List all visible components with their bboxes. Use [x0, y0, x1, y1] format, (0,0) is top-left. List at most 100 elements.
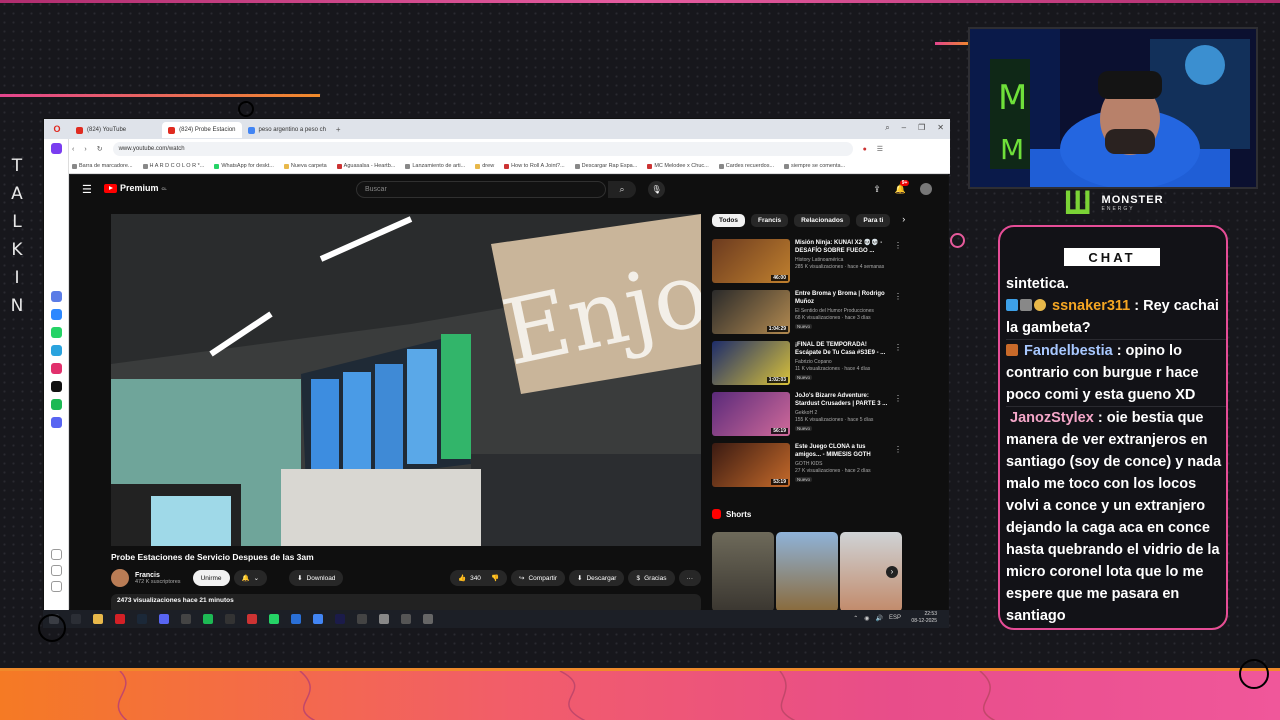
network-icon[interactable]: ◉ — [864, 615, 869, 622]
app-icon[interactable] — [247, 614, 257, 624]
bookmark-item[interactable]: Nueva carpeta — [283, 163, 327, 169]
volume-icon[interactable]: 🔊 — [876, 615, 883, 622]
hamburger-menu-icon[interactable]: ☰ — [82, 183, 92, 196]
thumbs-down-icon[interactable]: 👎 — [491, 574, 499, 582]
bookmark-item[interactable]: Descargar Rap Espa... — [574, 163, 637, 169]
discord-icon[interactable] — [159, 614, 169, 624]
opera-gx-icon[interactable] — [115, 614, 125, 624]
short-thumbnail[interactable] — [712, 532, 774, 611]
tab-probe-estaciones[interactable]: (824) Probe Estacion — [162, 122, 242, 138]
more-options-icon[interactable]: ⋮ — [894, 343, 902, 352]
whatsapp-icon[interactable] — [51, 327, 62, 338]
chrome-icon[interactable] — [313, 614, 323, 624]
video-thumbnail[interactable]: 56:19 — [712, 392, 790, 436]
video-thumbnail[interactable]: 1:02:03 — [712, 341, 790, 385]
channel-avatar[interactable] — [111, 569, 129, 587]
search-input[interactable]: Buscar — [356, 181, 606, 198]
bookmark-item[interactable]: Cardes recuerdos... — [718, 163, 774, 169]
settings-icon[interactable] — [51, 581, 62, 592]
youtube-premium-logo[interactable]: Premium CL — [104, 183, 167, 193]
spotify-icon[interactable] — [203, 614, 213, 624]
bookmark-item[interactable]: Aguasalsa - Heartb... — [336, 163, 395, 169]
list-item[interactable]: 53:19 Este Juego CLONA a tus amigos... -… — [712, 441, 902, 492]
chip-todos[interactable]: Todos — [712, 214, 746, 227]
more-actions-button[interactable]: ··· — [678, 570, 701, 586]
url-field[interactable]: www.youtube.com/watch — [112, 142, 853, 156]
more-options-icon[interactable]: ⋮ — [894, 292, 902, 301]
bookmark-item[interactable]: drew — [475, 163, 494, 169]
video-thumbnail[interactable]: 53:19 — [712, 443, 790, 487]
channel-name[interactable]: Francis — [135, 572, 181, 579]
chip-para-ti[interactable]: Para ti — [856, 214, 891, 227]
chat-username[interactable]: Fandelbestia — [1024, 343, 1113, 359]
video-player[interactable]: Enjo — [111, 214, 701, 546]
upload-icon[interactable]: ⇪ — [873, 184, 881, 195]
video-thumbnail[interactable]: 1:04:29 — [712, 290, 790, 334]
forward-icon[interactable]: › — [84, 146, 86, 153]
chevron-right-icon[interactable]: › — [886, 566, 898, 578]
tab-peso-argentino[interactable]: peso argentino a peso ch — [242, 122, 332, 138]
after-effects-icon[interactable] — [335, 614, 345, 624]
telegram-icon[interactable] — [51, 345, 62, 356]
like-button[interactable]: 👍 340 👎 — [449, 570, 508, 586]
steam-icon[interactable] — [137, 614, 147, 624]
tray-chevron-icon[interactable]: ⌃ — [853, 615, 858, 622]
chat-username[interactable]: JanozStylex — [1010, 410, 1094, 426]
bookmark-item[interactable]: H A R D C O L O R *... — [142, 163, 204, 169]
notifications-icon[interactable]: 🔔 9+ — [895, 179, 910, 195]
bookmark-item[interactable]: siempre se comenta... — [784, 163, 845, 169]
share-button[interactable]: ↪ Compartir — [511, 570, 566, 586]
taskbar-clock[interactable]: 22:53 08-12-2025 — [911, 611, 937, 625]
discord-icon[interactable] — [51, 417, 62, 428]
new-tab-button[interactable]: + — [336, 125, 341, 134]
account-avatar[interactable] — [920, 183, 932, 195]
history-icon[interactable] — [51, 565, 62, 576]
join-button[interactable]: Unirme — [192, 570, 230, 586]
list-item[interactable]: 56:19 JoJo's Bizarre Adventure: Stardust… — [712, 390, 902, 441]
chip-relacionados[interactable]: Relacionados — [794, 214, 851, 227]
language-indicator[interactable]: ESP — [889, 615, 901, 622]
whatsapp-icon[interactable] — [269, 614, 279, 624]
app-icon[interactable] — [401, 614, 411, 624]
chip-francis[interactable]: Francis — [751, 214, 789, 227]
app-icon[interactable] — [181, 614, 191, 624]
more-options-icon[interactable]: ⋮ — [894, 445, 902, 454]
list-item[interactable]: 1:04:29 Entre Broma y Broma | Rodrigo Mu… — [712, 288, 902, 339]
bookmark-item[interactable]: Lanzamiento de arti... — [405, 163, 465, 169]
opera-aria-icon[interactable] — [51, 143, 62, 154]
instagram-icon[interactable] — [51, 363, 62, 374]
chat-username[interactable]: ssnaker311 — [1052, 298, 1130, 314]
bookmark-item[interactable]: MC Melodee x Chuc... — [647, 163, 709, 169]
search-button[interactable]: ⌕ — [608, 181, 636, 198]
reload-icon[interactable]: ↻ — [97, 145, 103, 153]
bookmark-item[interactable]: How to Roll A Joint?... — [504, 163, 565, 169]
list-item[interactable]: 46:00 Misión Ninja: KUNAI X2 💀💀 - DESAFÍ… — [712, 237, 902, 288]
app-icon[interactable] — [423, 614, 433, 624]
extensions-icon[interactable]: ● — [863, 146, 867, 153]
download-app-button[interactable]: ⬇ Download — [289, 570, 344, 586]
app-icon[interactable] — [291, 614, 301, 624]
chevron-right-icon[interactable]: › — [902, 214, 905, 227]
search-tabs-icon[interactable]: ⌕ — [885, 123, 889, 133]
settings-icon[interactable] — [379, 614, 389, 624]
more-options-icon[interactable]: ⋮ — [894, 241, 902, 250]
sidebar-app-icon[interactable] — [51, 291, 62, 302]
voice-search-icon[interactable]: 🎙 — [648, 181, 665, 198]
messenger-icon[interactable] — [51, 309, 62, 320]
profile-icon[interactable]: ☰ — [877, 145, 883, 153]
more-options-icon[interactable]: ⋮ — [894, 394, 902, 403]
close-icon[interactable]: ✕ — [937, 123, 944, 133]
subscribe-bell-button[interactable]: 🔔 ⌄ — [233, 570, 268, 586]
video-thumbnail[interactable]: 46:00 — [712, 239, 790, 283]
maximize-icon[interactable]: ❐ — [918, 123, 925, 133]
file-explorer-icon[interactable] — [93, 614, 103, 624]
short-thumbnail[interactable] — [776, 532, 838, 611]
opera-logo-icon[interactable]: O — [44, 124, 70, 134]
x-icon[interactable] — [51, 381, 62, 392]
bookmark-item[interactable]: Barra de marcadore... — [72, 163, 133, 169]
description-box[interactable]: 2473 visualizaciones hace 21 minutos — [111, 594, 701, 611]
list-item[interactable]: 1:02:03 ¡FINAL DE TEMPORADA! Escápate De… — [712, 339, 902, 390]
thanks-button[interactable]: $ Gracias — [628, 570, 675, 586]
tab-youtube[interactable]: (824) YouTube — [70, 122, 132, 138]
task-view-icon[interactable] — [71, 614, 81, 624]
